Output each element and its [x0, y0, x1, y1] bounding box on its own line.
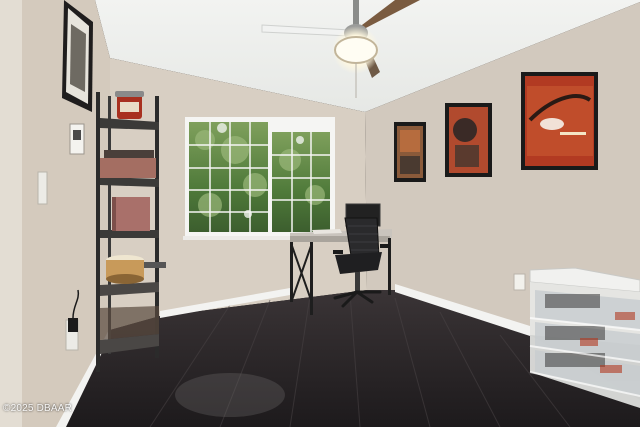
poster-small: [394, 122, 426, 182]
window: [183, 117, 337, 240]
poster-medium: [445, 103, 492, 177]
thermostat-display: [73, 130, 81, 140]
wall-outlet-right: [513, 273, 526, 291]
floor-reflection: [175, 373, 285, 417]
room-photo: ©2025 DBAAR: [0, 0, 640, 427]
light-switch: [37, 171, 48, 205]
copyright-watermark: ©2025 DBAAR: [3, 403, 73, 414]
poster-large: [521, 72, 598, 170]
door-frame: [0, 0, 22, 427]
room-illustration: [0, 0, 640, 427]
charger: [68, 318, 78, 332]
